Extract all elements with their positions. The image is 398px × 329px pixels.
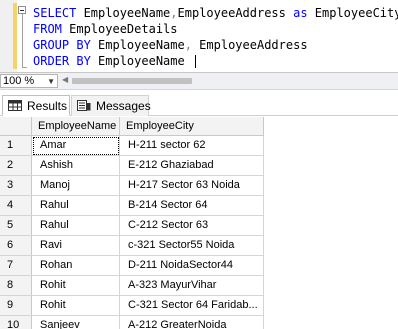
tab-results-label: Results [27,99,68,113]
table-row[interactable]: 10 Sanjeev A-212 GreaterNoida [0,316,264,329]
code-text: EmployeeDetails [61,22,178,36]
editor-gutter [0,0,17,72]
sql-editor[interactable]: SELECT EmployeeName,EmployeeAddress as E… [0,0,398,72]
grid-icon [8,100,22,111]
keyword-group-by: GROUP BY [33,38,91,52]
scrollbar-thumb[interactable] [72,78,192,84]
cell-employeename[interactable]: Ravi [32,236,120,256]
cell-employeecity[interactable]: E-212 Ghaziabad [120,156,264,176]
zoom-bar: 100 % ▼ ◀ [0,72,398,90]
comma: , [184,38,192,52]
comma: , [170,6,178,20]
cell-employeecity[interactable]: A-212 GreaterNoida [120,316,264,329]
tab-messages[interactable]: Messages [71,95,151,116]
code-text: EmployeeAddress [191,38,308,52]
cell-employeename[interactable]: Rohit [32,296,120,316]
result-tabs: Results Messages [0,92,398,116]
zoom-value: 100 % [3,75,35,87]
code-text: EmployeeCity [307,6,398,20]
code-text: EmployeeName [90,54,192,68]
scroll-left-icon[interactable]: ◀ [62,75,68,84]
cell-employeecity[interactable]: c-321 Sector55 Noida [120,236,264,256]
keyword-as: as [293,6,308,20]
cell-employeecity[interactable]: H-217 Sector 63 Noida [120,176,264,196]
cell-employeename[interactable]: Rohan [32,256,120,276]
table-row[interactable]: 1 Amar H-211 sector 62 [0,136,264,156]
row-number[interactable]: 2 [0,156,32,176]
cell-employeename[interactable]: Sanjeev [32,316,120,329]
keyword-order-by: ORDER BY [33,54,91,68]
cell-employeecity[interactable]: A-323 MayurVihar [120,276,264,296]
row-number[interactable]: 1 [0,136,32,156]
cell-employeecity[interactable]: D-211 NoidaSector44 [120,256,264,276]
cell-employeecity[interactable]: C-321 Sector 64 Faridab... [120,296,264,316]
cell-employeename[interactable]: Manoj [32,176,120,196]
code-text: EmployeeAddress [177,6,294,20]
cell-employeecity[interactable]: H-211 sector 62 [120,136,264,156]
cell-employeename[interactable]: Amar [32,136,120,156]
row-number[interactable]: 6 [0,236,32,256]
cell-employeename[interactable]: Ashish [32,156,120,176]
cell-employeecity[interactable]: C-212 Sector 63 [120,216,264,236]
table-row[interactable]: 8 Rohit A-323 MayurVihar [0,276,264,296]
row-number[interactable]: 7 [0,256,32,276]
results-grid[interactable]: EmployeeName EmployeeCity 1 Amar H-211 s… [0,117,398,329]
horizontal-scrollbar[interactable]: ◀ [62,75,398,85]
tab-results[interactable]: Results [2,95,70,116]
code-line-3[interactable]: GROUP BY EmployeeName, EmployeeAddress [33,37,308,53]
collapse-icon[interactable] [18,6,26,14]
code-line-4[interactable]: ORDER BY EmployeeName [33,53,196,69]
row-number[interactable]: 9 [0,296,32,316]
row-number[interactable]: 10 [0,316,32,329]
table-row[interactable]: 2 Ashish E-212 Ghaziabad [0,156,264,176]
table-row[interactable]: 3 Manoj H-217 Sector 63 Noida [0,176,264,196]
keyword-from: FROM [33,22,62,36]
cell-employeename[interactable]: Rohit [32,276,120,296]
keyword-select: SELECT [33,6,77,20]
cell-employeename[interactable]: Rahul [32,216,120,236]
table-row[interactable]: 7 Rohan D-211 NoidaSector44 [0,256,264,276]
outline-guide [22,14,23,68]
code-text: EmployeeName [76,6,171,20]
table-row[interactable]: 6 Ravi c-321 Sector55 Noida [0,236,264,256]
row-number[interactable]: 5 [0,216,32,236]
chevron-down-icon: ▼ [47,77,55,86]
change-indicator-bar [13,3,17,69]
tab-messages-label: Messages [96,99,151,113]
grid-header-row: EmployeeName EmployeeCity [0,117,264,136]
table-row[interactable]: 9 Rohit C-321 Sector 64 Faridab... [0,296,264,316]
row-number[interactable]: 8 [0,276,32,296]
code-line-1[interactable]: SELECT EmployeeName,EmployeeAddress as E… [33,5,398,21]
text-caret [194,55,196,68]
cell-employeecity[interactable]: B-214 Sector 64 [120,196,264,216]
zoom-dropdown[interactable]: 100 % ▼ [0,74,58,88]
column-header-employeecity[interactable]: EmployeeCity [120,117,264,136]
outline-guide-end [22,67,27,68]
table-row[interactable]: 4 Rahul B-214 Sector 64 [0,196,264,216]
row-number[interactable]: 3 [0,176,32,196]
code-text: EmployeeName [90,38,185,52]
row-number-header[interactable] [0,117,32,136]
cell-employeename[interactable]: Rahul [32,196,120,216]
messages-icon [77,100,91,111]
column-header-employeename[interactable]: EmployeeName [32,117,120,136]
table-row[interactable]: 5 Rahul C-212 Sector 63 [0,216,264,236]
ssms-query-window: SELECT EmployeeName,EmployeeAddress as E… [0,0,398,329]
row-number[interactable]: 4 [0,196,32,216]
code-line-2[interactable]: FROM EmployeeDetails [33,21,178,37]
